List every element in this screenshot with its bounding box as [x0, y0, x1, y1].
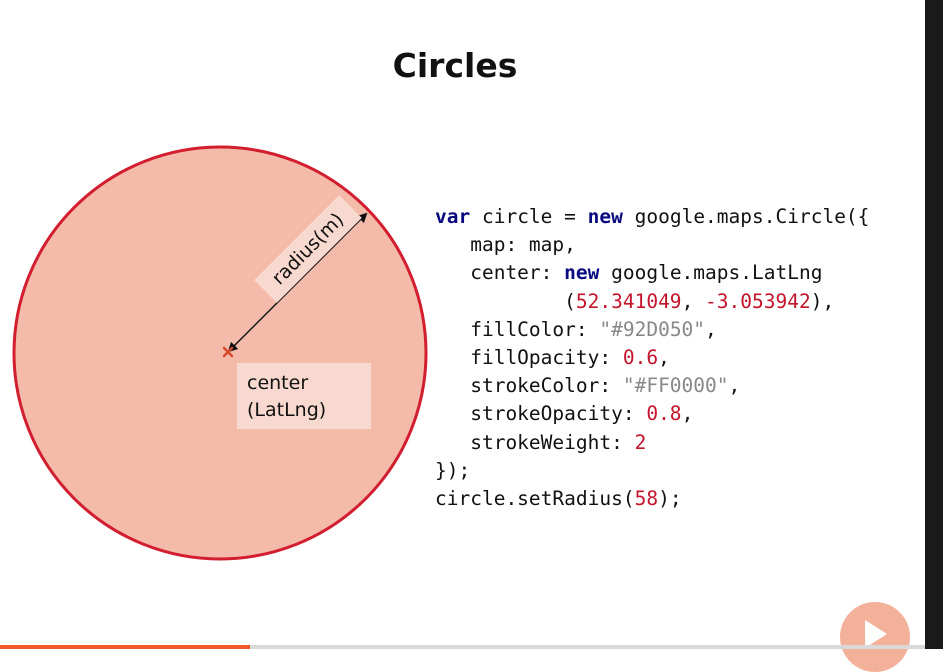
strokecolor-key: strokeColor:: [435, 374, 623, 398]
slide: Circles radius(m) center (LatLng) var ci…: [0, 0, 925, 672]
strokeopacity-end: ,: [681, 402, 694, 426]
progress-bar-fill: [0, 645, 250, 649]
code-line-6: fillOpacity: 0.6,: [435, 346, 670, 369]
play-button[interactable]: [840, 602, 910, 672]
coord-sep: ,: [681, 289, 706, 313]
keyword-new: new: [587, 205, 623, 228]
center-prefix: center:: [435, 261, 565, 285]
setradius-end: );: [658, 487, 682, 511]
circle-ctor: google.maps.Circle({: [622, 205, 870, 228]
strokeweight-value: 2: [634, 430, 647, 454]
strokeopacity-key: strokeOpacity:: [435, 402, 647, 426]
latlng-ctor: google.maps.LatLng: [599, 261, 823, 285]
circle-shape: [12, 145, 428, 561]
lng-value: -3.053942: [705, 289, 811, 313]
strokecolor-end: ,: [728, 374, 741, 398]
strokeopacity-value: 0.8: [646, 402, 682, 426]
setradius-value: 58: [634, 487, 659, 511]
code-line-5: fillColor: "#92D050",: [435, 318, 717, 341]
circle-decl: circle =: [470, 205, 588, 228]
circle-diagram: radius(m) center (LatLng): [0, 140, 440, 570]
setradius-prefix: circle.setRadius(: [435, 487, 635, 511]
fillcolor-value: "#92D050": [599, 317, 706, 341]
code-line-2: map: map,: [435, 233, 576, 257]
fillopacity-key: fillOpacity:: [435, 346, 623, 370]
fillcolor-key: fillColor:: [435, 317, 600, 341]
coord-close: ),: [810, 289, 835, 313]
fillcolor-end: ,: [705, 317, 717, 341]
play-icon: [865, 620, 887, 648]
code-line-4: (52.341049, -3.053942),: [435, 290, 834, 313]
center-label-line1: center: [247, 372, 309, 394]
fillopacity-value: 0.6: [622, 346, 659, 370]
code-line-3: center: new google.maps.LatLng: [435, 261, 822, 284]
circle-diagram-svg: [12, 145, 428, 561]
slide-title: Circles: [392, 46, 518, 85]
center-label-line2: (LatLng): [247, 399, 327, 421]
code-block: var circle = new google.maps.Circle({ ma…: [435, 203, 869, 513]
code-line-8: strokeOpacity: 0.8,: [435, 402, 693, 425]
window-edge: [925, 0, 943, 649]
strokeweight-key: strokeWeight:: [435, 430, 635, 454]
strokecolor-value: "#FF0000": [622, 374, 729, 398]
code-line-1: var circle = new google.maps.Circle({: [435, 205, 869, 228]
keyword-new: new: [564, 261, 600, 285]
lat-value: 52.341049: [575, 289, 682, 313]
code-line-10: });: [435, 458, 471, 482]
code-line-11: circle.setRadius(58);: [435, 487, 682, 510]
center-label: center (LatLng): [237, 363, 371, 429]
keyword-var: var: [435, 205, 471, 228]
fillopacity-end: ,: [658, 346, 670, 370]
code-line-7: strokeColor: "#FF0000",: [435, 374, 740, 397]
coord-indent: (: [435, 289, 576, 313]
code-line-9: strokeWeight: 2: [435, 431, 646, 454]
progress-bar[interactable]: [0, 645, 925, 649]
